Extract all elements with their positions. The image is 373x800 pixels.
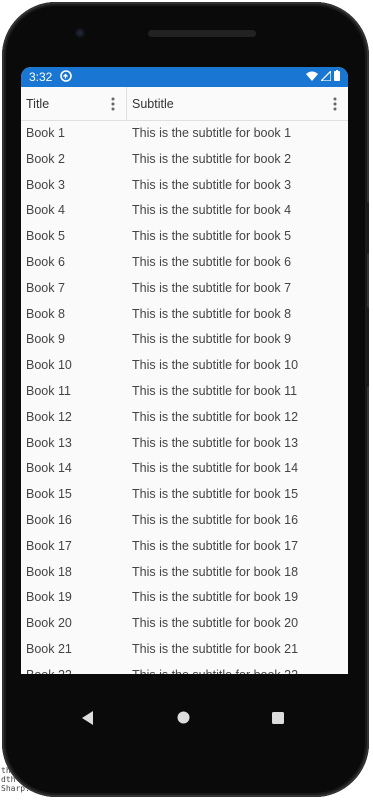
cell-subtitle: This is the subtitle for book 9 — [132, 332, 292, 347]
cell-subtitle: This is the subtitle for book 16 — [132, 512, 299, 527]
table-row[interactable]: Book 20 This is the subtitle for book 20 — [21, 612, 348, 638]
table-row[interactable]: Book 18 This is the subtitle for book 18 — [21, 561, 348, 587]
cell-subtitle: This is the subtitle for book 2 — [132, 151, 292, 166]
grid-header: Title Subtitle — [21, 87, 348, 121]
back-icon[interactable] — [82, 711, 94, 730]
recents-icon[interactable] — [272, 711, 284, 729]
table-row[interactable]: Book 9 This is the subtitle for book 9 — [21, 328, 348, 354]
cell-subtitle: This is the subtitle for book 18 — [132, 564, 299, 579]
cell-subtitle: This is the subtitle for book 4 — [132, 203, 292, 218]
home-icon[interactable] — [177, 711, 190, 729]
table-row[interactable]: Book 14 This is the subtitle for book 14 — [21, 457, 348, 483]
table-row[interactable]: Book 17 This is the subtitle for book 17 — [21, 535, 348, 561]
cell-title: Book 9 — [26, 332, 65, 347]
wifi-icon — [306, 70, 318, 84]
table-row[interactable]: Book 21 This is the subtitle for book 21 — [21, 638, 348, 664]
column-menu-icon[interactable] — [109, 95, 117, 113]
cell-subtitle: This is the subtitle for book 8 — [132, 306, 292, 321]
cell-subtitle: This is the subtitle for book 10 — [132, 358, 299, 373]
cell-title: Book 15 — [26, 487, 72, 502]
cell-subtitle: This is the subtitle for book 3 — [132, 177, 292, 192]
column-header-title[interactable]: Title — [26, 87, 121, 120]
cell-title: Book 13 — [26, 435, 72, 450]
table-row[interactable]: Book 19 This is the subtitle for book 19 — [21, 586, 348, 612]
cell-title: Book 16 — [26, 512, 72, 527]
battery-icon — [334, 70, 340, 84]
cell-title: Book 11 — [26, 383, 71, 398]
table-row[interactable]: Book 11 This is the subtitle for book 11 — [21, 380, 348, 406]
sync-icon — [60, 69, 73, 85]
power-button — [365, 202, 369, 254]
cell-title: Book 5 — [26, 229, 65, 244]
table-row[interactable]: Book 6 This is the subtitle for book 6 — [21, 251, 348, 277]
table-row[interactable]: Book 4 This is the subtitle for book 4 — [21, 199, 348, 225]
navigation-bar — [21, 674, 348, 762]
table-row[interactable]: Book 2 This is the subtitle for book 2 — [21, 148, 348, 174]
table-row[interactable]: Book 15 This is the subtitle for book 15 — [21, 483, 348, 509]
table-row[interactable]: Book 16 This is the subtitle for book 16 — [21, 509, 348, 535]
cell-subtitle: This is the subtitle for book 15 — [132, 487, 299, 502]
cell-title: Book 21 — [26, 641, 72, 656]
grid-body[interactable]: Book 1 This is the subtitle for book 1 Boo… — [21, 122, 348, 674]
table-row[interactable]: Book 10 This is the subtitle for book 10 — [21, 354, 348, 380]
cell-title: Book 19 — [26, 590, 72, 605]
signal-icon — [319, 69, 332, 84]
table-row[interactable]: Book 8 This is the subtitle for book 8 — [21, 303, 348, 329]
cell-title: Book 14 — [26, 461, 72, 476]
table-row[interactable]: Book 12 This is the subtitle for book 12 — [21, 406, 348, 432]
cell-subtitle: This is the subtitle for book 7 — [132, 280, 292, 295]
cell-subtitle: This is the subtitle for book 5 — [132, 229, 292, 244]
cell-subtitle: This is the subtitle for book 21 — [132, 641, 299, 656]
table-row[interactable]: Book 7 This is the subtitle for book 7 — [21, 277, 348, 303]
cell-subtitle: This is the subtitle for book 13 — [132, 435, 299, 450]
status-time: 3:32 — [29, 70, 53, 84]
cell-title: Book 2 — [26, 151, 65, 166]
table-row[interactable]: Book 13 This is the subtitle for book 13 — [21, 432, 348, 458]
cell-subtitle: This is the subtitle for book 19 — [132, 590, 299, 605]
app-screen: 3:32 Title Subtitle Book 1 This is the s… — [21, 67, 348, 674]
table-row[interactable]: Book 22This is the subtitle for book 22 — [21, 664, 348, 674]
column-header-subtitle[interactable]: Subtitle — [132, 87, 337, 120]
cell-subtitle: This is the subtitle for book 6 — [132, 254, 292, 269]
cell-title: Book 10 — [26, 358, 72, 373]
status-bar: 3:32 — [21, 67, 348, 87]
cell-subtitle: This is the subtitle for book 20 — [132, 616, 299, 631]
column-menu-icon[interactable] — [331, 95, 339, 113]
front-camera — [75, 28, 85, 38]
cell-title: Book 1 — [26, 126, 65, 140]
cell-title: Book 3 — [26, 177, 65, 192]
table-row[interactable]: Book 3 This is the subtitle for book 3 — [21, 174, 348, 200]
cell-title: Book 8 — [26, 306, 65, 321]
cell-title: Book 7 — [26, 280, 65, 295]
table-row[interactable]: Book 5 This is the subtitle for book 5 — [21, 225, 348, 251]
cell-title: Book 20 — [26, 616, 72, 631]
table-row[interactable]: Book 1 This is the subtitle for book 1 — [21, 122, 348, 148]
cell-title: Book 6 — [26, 254, 65, 269]
cell-title: Book 17 — [26, 538, 72, 553]
cell-subtitle: This is the subtitle for book 17 — [132, 538, 299, 553]
cell-subtitle: This is the subtitle for book 12 — [132, 409, 299, 424]
cell-title: Book 18 — [26, 564, 72, 579]
cell-title: Book 12 — [26, 409, 72, 424]
cell-subtitle: This is the subtitle for book 1 — [132, 126, 292, 140]
column-separator[interactable] — [126, 87, 127, 120]
cell-subtitle: This is the subtitle for book 11 — [132, 383, 298, 398]
volume-button — [365, 307, 369, 387]
earpiece-speaker — [148, 30, 256, 37]
cell-subtitle: This is the subtitle for book 14 — [132, 461, 299, 476]
cell-title: Book 4 — [26, 203, 65, 218]
